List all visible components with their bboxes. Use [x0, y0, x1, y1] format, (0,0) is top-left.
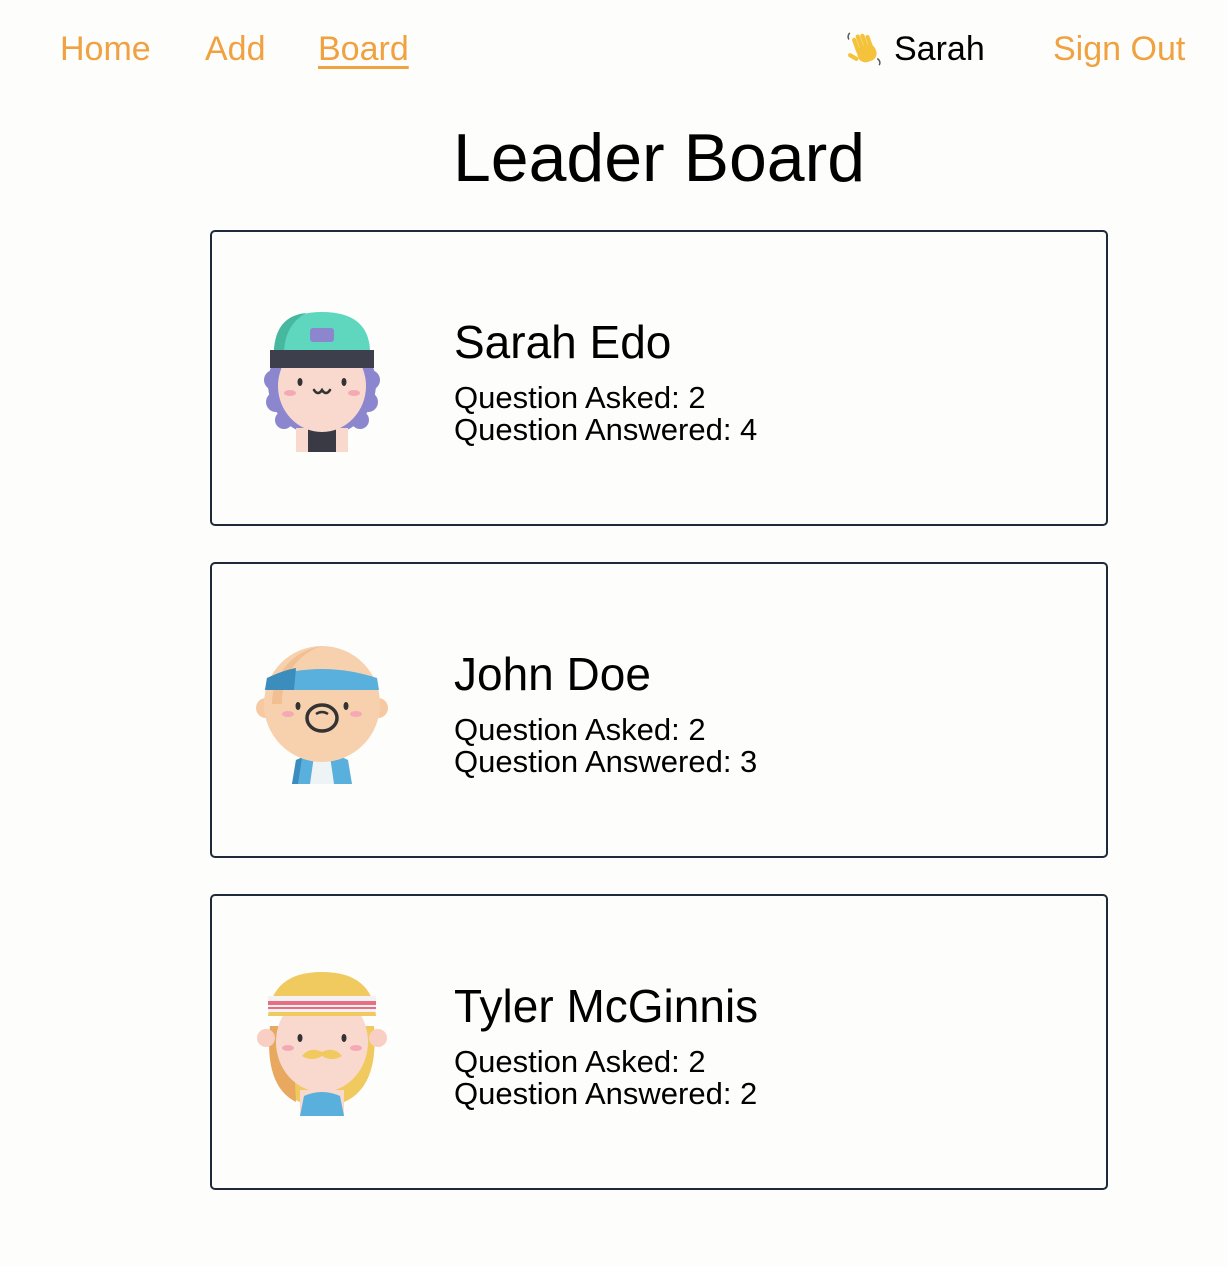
nav-add-link[interactable]: Add [205, 28, 266, 70]
girl-cap-avatar [264, 312, 380, 452]
user-greeting: Sarah [846, 28, 985, 70]
leader-name: Tyler McGinnis [454, 980, 759, 1032]
waving-hand-icon [847, 32, 881, 66]
user-name-label: Sarah [894, 30, 985, 68]
boy-headband-avatar [256, 646, 388, 784]
sign-out-link[interactable]: Sign Out [1053, 28, 1185, 70]
nav-board-link[interactable]: Board [318, 28, 409, 70]
questions-asked: Question Asked: 2 [454, 712, 706, 747]
leader-name: Sarah Edo [454, 316, 672, 368]
leader-name: John Doe [454, 648, 651, 700]
questions-answered: Question Answered: 3 [454, 744, 758, 779]
leader-card: Sarah Edo Question Asked: 2 Question Ans… [210, 230, 1108, 526]
leader-card: Tyler McGinnis Question Asked: 2 Questio… [210, 894, 1108, 1190]
nav-home-link[interactable]: Home [60, 28, 151, 70]
questions-answered: Question Answered: 4 [454, 412, 758, 447]
questions-asked: Question Asked: 2 [454, 1044, 706, 1079]
questions-answered: Question Answered: 2 [454, 1076, 758, 1111]
app-page: Home Add Board Sarah Sign Out Leader Boa… [0, 0, 1228, 1266]
questions-asked: Question Asked: 2 [454, 380, 706, 415]
mustache-headband-avatar [257, 972, 387, 1116]
page-title: Leader Board [452, 120, 866, 196]
leader-card: John Doe Question Asked: 2 Question Answ… [210, 562, 1108, 858]
